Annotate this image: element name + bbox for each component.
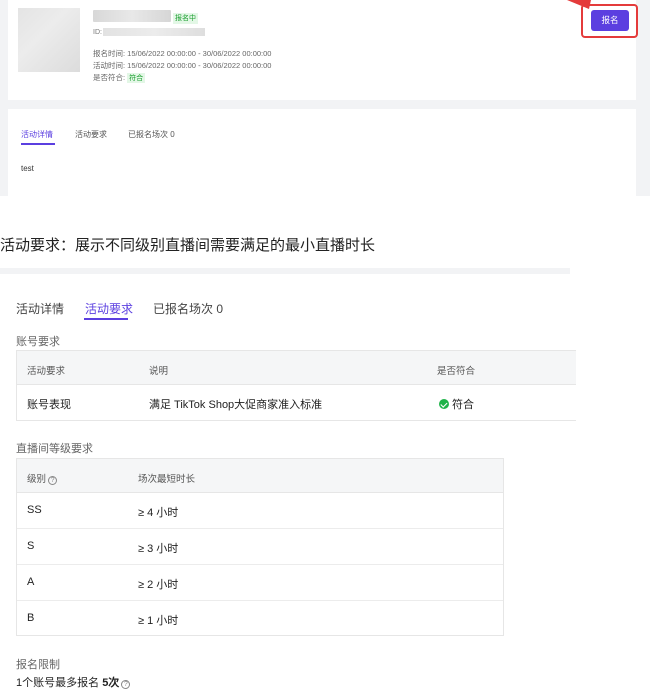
active-tab-indicator [84,318,128,320]
header-description: 说明 [149,366,169,377]
level-value: A [27,576,35,588]
signup-limit-text: 1个账号最多报名 5次? [16,674,131,690]
level-value: SS [27,504,42,516]
highlight-frame [581,4,638,38]
level-requirements-table: 级别? 场次最短时长 SS ≥ 4 小时 S ≥ 3 小时 A ≥ 2 小时 B… [16,458,504,636]
tab-activity-details[interactable]: 活动详情 [16,300,64,317]
duration-value: ≥ 4 小时 [138,507,179,519]
duration-value: ≥ 3 小时 [138,543,179,555]
caption-text: 活动要求：展示不同级别直播间需要满足的最小直播时长 [0,237,376,254]
tab-activity-requirements[interactable]: 活动要求 [75,129,107,140]
table-row: A ≥ 2 小时 [17,565,503,601]
id-label: ID: [93,29,102,36]
level-value: S [27,540,35,552]
eligibility-line: 是否符合: 符合 [93,72,146,83]
active-tab-indicator [21,143,55,145]
tab-registered-sessions[interactable]: 已报名场次 0 [153,300,223,317]
info-icon[interactable]: ? [121,680,131,689]
activity-thumbnail [18,8,80,72]
table-header: 活动要求 说明 是否符合 [17,351,576,385]
table-row: S ≥ 3 小时 [17,529,503,565]
table-row: SS ≥ 4 小时 [17,493,503,529]
eligibility-label: 是否符合: [93,73,126,82]
table-row: B ≥ 1 小时 [17,601,503,637]
requirement-status: 符合 [439,396,474,412]
header-min-duration: 场次最短时长 [138,474,196,485]
panel-top-strip [0,268,570,274]
level-value: B [27,612,35,624]
duration-value: ≥ 1 小时 [138,615,179,627]
header-eligible: 是否符合 [437,366,476,377]
signup-limit-title: 报名限制 [16,659,60,671]
requirement-name: 账号表现 [27,399,71,411]
tab-activity-requirements[interactable]: 活动要求 [85,300,133,317]
header-level: 级别? [27,471,58,485]
eligibility-badge: 符合 [127,73,146,83]
table-row: 账号表现 满足 TikTok Shop大促商家准入标准 符合 [17,385,576,421]
signup-period: 报名时间: 15/06/2022 00:00:00 - 30/06/2022 0… [93,49,272,58]
level-requirements-title: 直播间等级要求 [16,443,93,455]
header-requirement: 活动要求 [27,366,66,377]
account-requirements-title: 账号要求 [16,336,60,348]
tab-registered-sessions[interactable]: 已报名场次 0 [128,129,175,140]
id-value-redacted [103,28,205,36]
pointer-arrow-icon [567,0,591,9]
status-badge: 报名中 [173,13,198,24]
account-requirements-table: 活动要求 说明 是否符合 账号表现 满足 TikTok Shop大促商家准入标准… [16,350,576,421]
check-circle-icon [439,399,449,409]
activity-name-redacted [93,10,171,22]
requirement-description: 满足 TikTok Shop大促商家准入标准 [149,399,323,411]
tab-activity-details[interactable]: 活动详情 [21,129,53,140]
detail-text: test [21,164,34,173]
activity-info-card: 报名中 ID: 报名时间: 15/06/2022 00:00:00 - 30/0… [8,0,638,100]
table-header: 级别? 场次最短时长 [17,459,503,493]
status-text: 符合 [452,399,474,411]
info-icon[interactable]: ? [48,476,58,485]
activity-period: 活动时间: 15/06/2022 00:00:00 - 30/06/2022 0… [93,61,272,70]
activity-card-screenshot: 报名中 ID: 报名时间: 15/06/2022 00:00:00 - 30/0… [0,0,650,196]
activity-tabs-card: 活动详情 活动要求 已报名场次 0 test [8,109,636,196]
duration-value: ≥ 2 小时 [138,579,179,591]
